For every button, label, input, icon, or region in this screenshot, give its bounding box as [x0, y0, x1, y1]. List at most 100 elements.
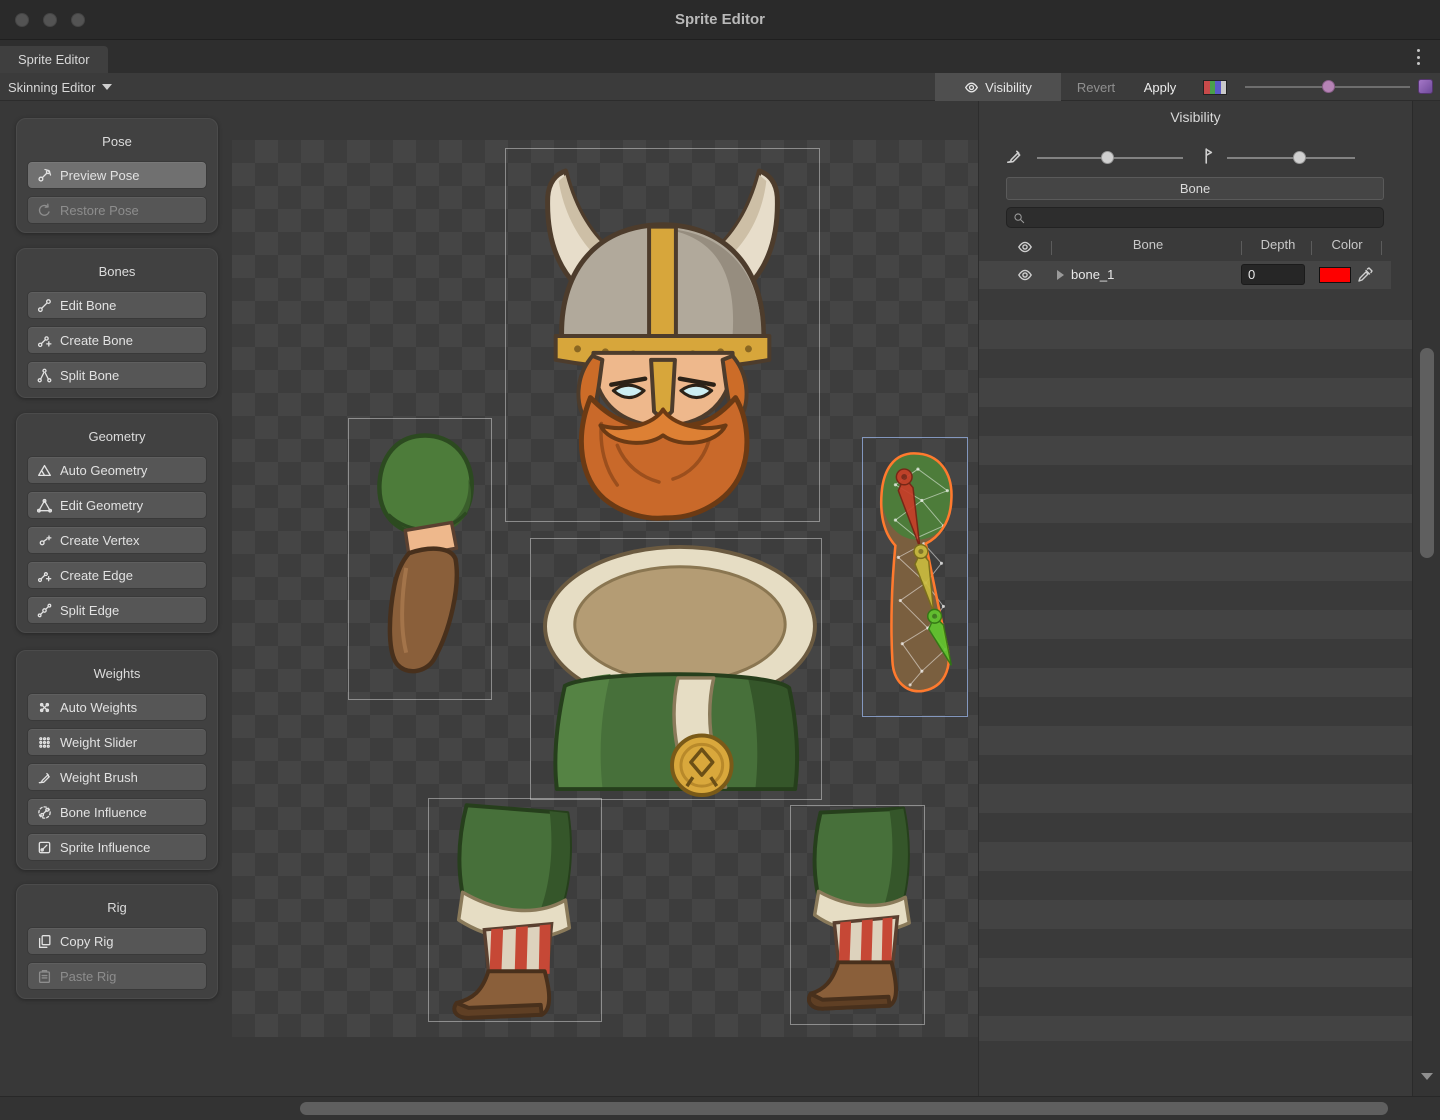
auto-weights-icon — [37, 700, 52, 715]
rig-panel: Rig Copy Rig Paste Rig — [16, 884, 218, 999]
preview-pose-button[interactable]: Preview Pose — [27, 161, 207, 189]
create-vertex-icon — [37, 533, 52, 548]
weights-panel-title: Weights — [17, 651, 217, 693]
alpha-slider-thumb[interactable] — [1322, 80, 1335, 93]
button-label: Auto Weights — [60, 700, 137, 715]
viking-left-leg-selection — [428, 798, 602, 1022]
row-eye-icon[interactable] — [1017, 267, 1033, 283]
tab-sprite-editor[interactable]: Sprite Editor — [0, 46, 108, 73]
create-vertex-button[interactable]: Create Vertex — [27, 526, 207, 554]
button-label: Edit Bone — [60, 298, 116, 313]
button-label: Auto Geometry — [60, 463, 147, 478]
preview-pose-icon — [37, 168, 52, 183]
create-bone-button[interactable]: Create Bone — [27, 326, 207, 354]
split-edge-button[interactable]: Split Edge — [27, 596, 207, 624]
edit-bone-button[interactable]: Edit Bone — [27, 291, 207, 319]
bone-name: bone_1 — [1071, 261, 1114, 289]
viking-head-sprite[interactable] — [506, 149, 819, 521]
weights-panel: Weights Auto Weights Weight Slider Weigh… — [16, 650, 218, 870]
button-label: Edit Geometry — [60, 498, 143, 513]
column-color: Color — [1315, 237, 1379, 252]
eyedropper-icon[interactable] — [1357, 267, 1373, 283]
weight-slider-button[interactable]: Weight Slider — [27, 728, 207, 756]
bones-panel: Bones Edit Bone Create Bone Split Bone — [16, 248, 218, 398]
edit-geometry-button[interactable]: Edit Geometry — [27, 491, 207, 519]
mesh-opacity-slider-thumb[interactable] — [1293, 151, 1306, 164]
bone-influence-icon — [37, 805, 52, 820]
overlay-color-icon[interactable] — [1418, 79, 1433, 94]
viking-skinned-arm-sprite[interactable] — [863, 438, 967, 716]
split-edge-icon — [37, 603, 52, 618]
viking-left-leg-sprite[interactable] — [429, 799, 601, 1021]
bone-color-swatch[interactable] — [1319, 267, 1351, 283]
sprite-influence-button[interactable]: Sprite Influence — [27, 833, 207, 861]
horizontal-scrollbar-track[interactable] — [0, 1096, 1440, 1120]
geometry-panel: Geometry Auto Geometry Edit Geometry Cre… — [16, 413, 218, 633]
paste-rig-icon — [37, 969, 52, 984]
bone-tab[interactable]: Bone — [1006, 177, 1384, 200]
bone-table-header: Bone Depth Color — [979, 237, 1391, 259]
button-label: Bone Influence — [60, 805, 147, 820]
mesh-opacity-slider-track[interactable] — [1227, 157, 1355, 159]
apply-button[interactable]: Apply — [1132, 73, 1188, 101]
chevron-down-icon — [102, 84, 112, 90]
paste-rig-button[interactable]: Paste Rig — [27, 962, 207, 990]
revert-button[interactable]: Revert — [1066, 73, 1126, 101]
expander-icon[interactable] — [1057, 270, 1064, 280]
sprite-canvas[interactable] — [232, 140, 978, 1037]
button-label: Paste Rig — [60, 969, 116, 984]
titlebar: Sprite Editor — [0, 0, 1440, 40]
split-bone-button[interactable]: Split Bone — [27, 361, 207, 389]
kebab-menu-icon[interactable] — [1412, 49, 1424, 65]
scroll-down-arrow-icon[interactable] — [1421, 1073, 1433, 1080]
copy-rig-icon — [37, 934, 52, 949]
bone-search-field[interactable] — [1006, 207, 1384, 228]
edit-geometry-icon — [37, 498, 52, 513]
visibility-button-label: Visibility — [985, 80, 1032, 95]
copy-rig-button[interactable]: Copy Rig — [27, 927, 207, 955]
bone-influence-button[interactable]: Bone Influence — [27, 798, 207, 826]
pose-panel: Pose Preview Pose Restore Pose — [16, 118, 218, 233]
viking-skinned-arm-selection — [862, 437, 968, 717]
visibility-toggle-button[interactable]: Visibility — [935, 73, 1061, 101]
split-bone-icon — [37, 368, 52, 383]
vertical-scrollbar-track[interactable] — [1412, 101, 1440, 1096]
visibility-panel-title: Visibility — [979, 109, 1412, 125]
viking-head-selection — [505, 148, 820, 522]
mesh-pin-icon — [1197, 147, 1215, 165]
revert-label: Revert — [1077, 80, 1115, 95]
bone-opacity-slider-thumb[interactable] — [1101, 151, 1114, 164]
skinning-editor-dropdown[interactable]: Skinning Editor — [8, 73, 112, 101]
header-eye-icon[interactable] — [1017, 239, 1033, 255]
viking-torso-selection — [530, 538, 822, 800]
viking-torso-sprite[interactable] — [531, 539, 821, 799]
bone-row[interactable]: bone_1 — [979, 261, 1391, 289]
auto-geometry-icon — [37, 463, 52, 478]
pose-panel-title: Pose — [17, 119, 217, 161]
viking-right-leg-selection — [790, 805, 925, 1025]
vertical-scrollbar-thumb[interactable] — [1420, 348, 1434, 558]
weight-brush-icon — [37, 770, 52, 785]
viking-right-leg-sprite[interactable] — [791, 806, 924, 1024]
depth-input[interactable] — [1241, 264, 1305, 285]
geometry-panel-title: Geometry — [17, 414, 217, 456]
weight-brush-button[interactable]: Weight Brush — [27, 763, 207, 791]
apply-label: Apply — [1144, 80, 1177, 95]
sprite-color-mode-icon[interactable] — [1203, 80, 1227, 95]
button-label: Weight Slider — [60, 735, 137, 750]
bone-tab-label: Bone — [1180, 181, 1210, 196]
button-label: Restore Pose — [60, 203, 139, 218]
bone-search-input[interactable] — [1030, 211, 1377, 225]
auto-geometry-button[interactable]: Auto Geometry — [27, 456, 207, 484]
create-edge-icon — [37, 568, 52, 583]
button-label: Create Bone — [60, 333, 133, 348]
horizontal-scrollbar-thumb[interactable] — [300, 1102, 1388, 1115]
restore-pose-button[interactable]: Restore Pose — [27, 196, 207, 224]
tab-bar: Sprite Editor — [0, 40, 1440, 73]
viking-mitten-arm-sprite[interactable] — [349, 419, 491, 699]
sprite-influence-icon — [37, 840, 52, 855]
eye-icon — [964, 80, 979, 95]
button-label: Preview Pose — [60, 168, 139, 183]
create-edge-button[interactable]: Create Edge — [27, 561, 207, 589]
auto-weights-button[interactable]: Auto Weights — [27, 693, 207, 721]
